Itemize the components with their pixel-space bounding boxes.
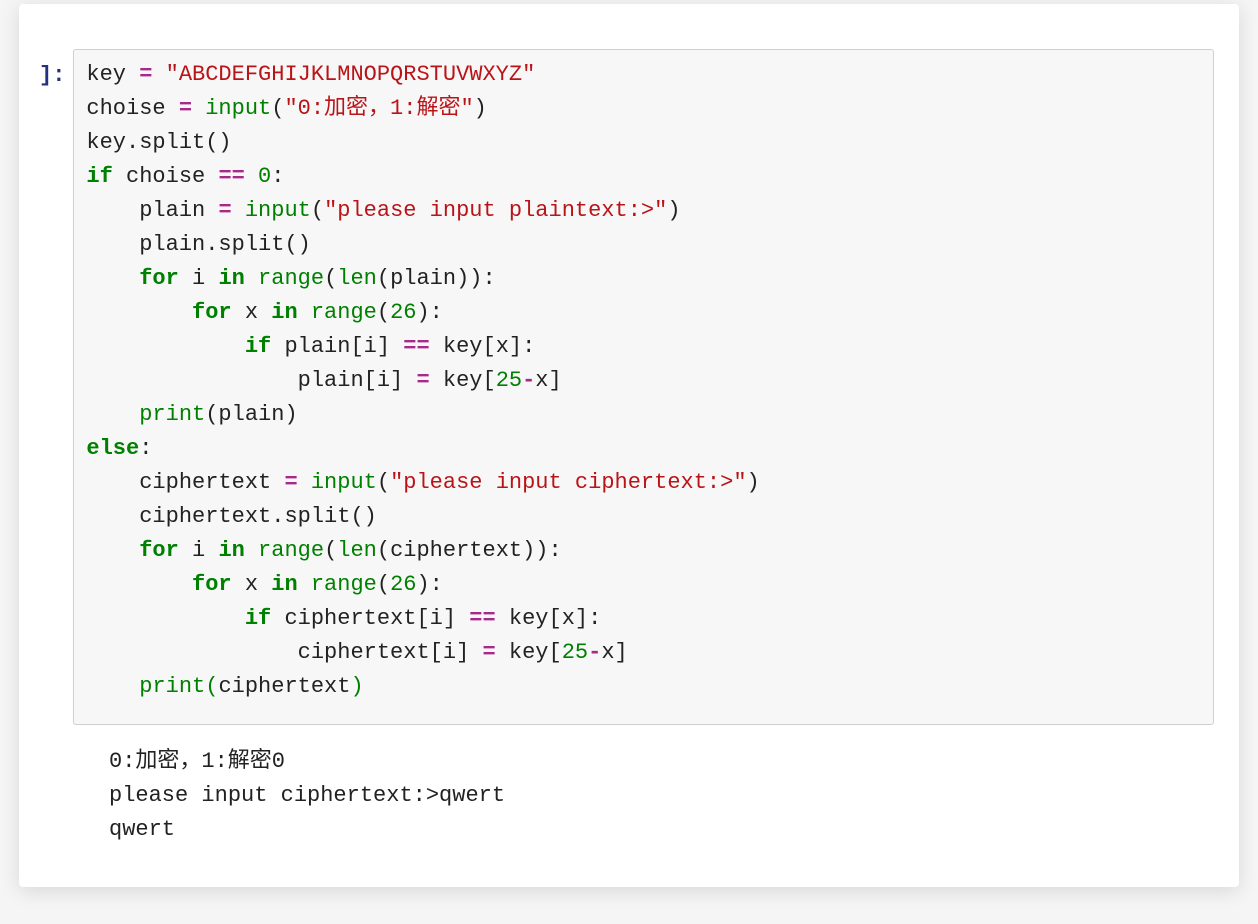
- input-prompt: ]:: [39, 49, 73, 725]
- output-line-1: 0:加密，1:解密0: [109, 749, 285, 774]
- output-line-2: please input ciphertext:>qwert: [109, 783, 505, 808]
- code-editor[interactable]: key = "ABCDEFGHIJKLMNOPQRSTUVWXYZ" chois…: [73, 49, 1214, 725]
- output-line-3: qwert: [109, 817, 175, 842]
- code-cell: ]: key = "ABCDEFGHIJKLMNOPQRSTUVWXYZ" ch…: [19, 4, 1239, 725]
- cell-output: 0:加密，1:解密0 please input ciphertext:>qwer…: [19, 725, 1239, 847]
- notebook: ]: key = "ABCDEFGHIJKLMNOPQRSTUVWXYZ" ch…: [19, 4, 1239, 887]
- code-block: key = "ABCDEFGHIJKLMNOPQRSTUVWXYZ" chois…: [86, 58, 1201, 704]
